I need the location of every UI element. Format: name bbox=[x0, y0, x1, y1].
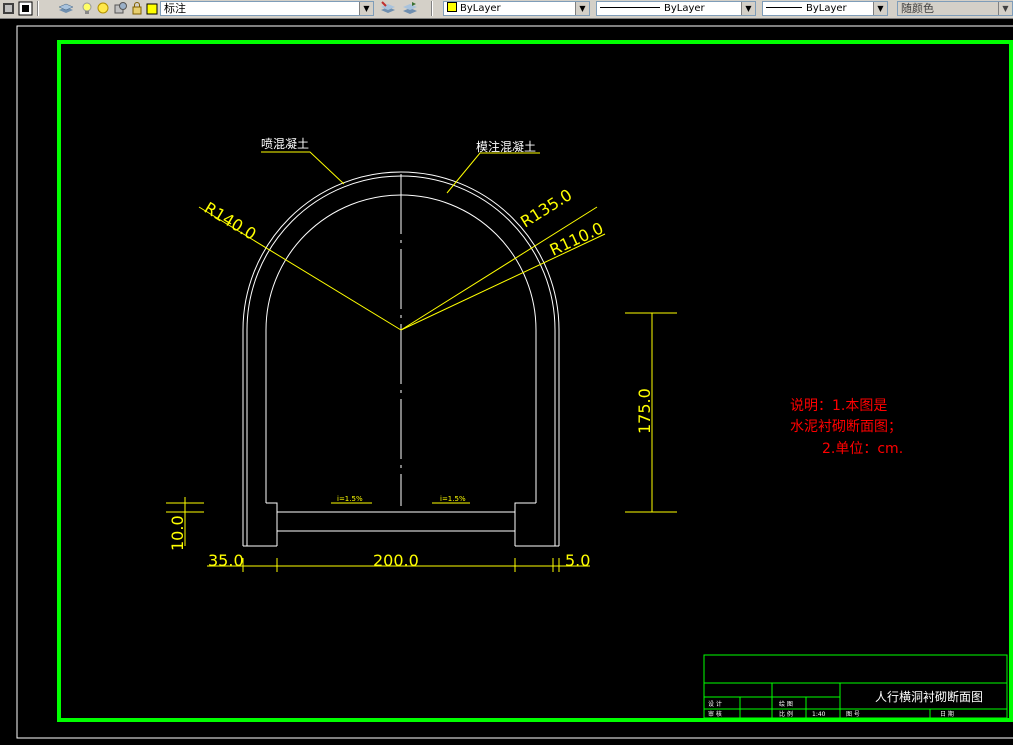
title-block-drawing-label: 绘 图 bbox=[779, 700, 793, 708]
title-block-date-label: 日 期 bbox=[940, 710, 954, 718]
dim-radius-r140: R140.0 bbox=[201, 198, 260, 244]
toolbar-separator bbox=[37, 1, 39, 16]
title-block-drawing-no-label: 图 号 bbox=[846, 711, 860, 718]
dim-radius-r110: R110.0 bbox=[547, 218, 607, 259]
chevron-down-icon[interactable]: ▼ bbox=[575, 2, 589, 15]
dim-height-175-text: 175.0 bbox=[635, 388, 654, 434]
title-block-scale-label: 比 例 bbox=[779, 710, 793, 718]
note-line-2: 水泥衬砌断面图； bbox=[790, 419, 902, 435]
plotstyle-control-value: 随颜色 bbox=[901, 2, 934, 15]
label-cast-concrete: 模注混凝土 bbox=[476, 139, 536, 154]
tunnel-lining bbox=[242, 171, 560, 547]
layer-previous-state-icon[interactable] bbox=[401, 1, 417, 16]
layer-manager-icon[interactable] bbox=[57, 1, 74, 16]
layer-dropdown[interactable]: 标注 ▼ bbox=[160, 1, 374, 16]
slope-right-label: i=1.5% bbox=[440, 495, 466, 503]
slope-left-label: i=1.5% bbox=[337, 495, 363, 503]
toolbar-grip-icon bbox=[1, 1, 16, 16]
lineweight-preview-line bbox=[766, 7, 802, 8]
lineweight-control-dropdown[interactable]: ByLayer ▼ bbox=[762, 1, 888, 16]
chevron-down-icon[interactable]: ▼ bbox=[998, 2, 1012, 15]
drawing-canvas[interactable]: 喷混凝土 模注混凝土 R140.0 R135.0 R110.0 175.0 10… bbox=[0, 19, 1013, 741]
color-control-dropdown[interactable]: ByLayer ▼ bbox=[443, 1, 590, 16]
color-swatch-icon bbox=[447, 2, 457, 12]
dim-height-10-text: 10.0 bbox=[168, 515, 187, 551]
viewport-freeze-icon[interactable] bbox=[113, 1, 128, 16]
properties-toolbar: 标注 ▼ ByLayer ▼ ByLayer ▼ ByLayer ▼ 随颜色 ▼ bbox=[0, 0, 1013, 19]
title-block-review-label: 审 核 bbox=[708, 710, 722, 718]
dim-width-5: 5.0 bbox=[565, 551, 590, 570]
linetype-preview-line bbox=[600, 7, 660, 8]
toolbar-separator bbox=[431, 1, 433, 16]
lock-icon[interactable] bbox=[131, 1, 146, 16]
chevron-down-icon[interactable]: ▼ bbox=[741, 2, 755, 15]
title-block-design-label: 设 计 bbox=[708, 700, 722, 708]
note-line-1: 说明：1.本图是 bbox=[790, 398, 887, 414]
title-block-scale-value: 1:40 bbox=[812, 711, 826, 718]
layer-previous-icon[interactable] bbox=[18, 1, 33, 16]
chevron-down-icon[interactable]: ▼ bbox=[873, 2, 887, 15]
leader-cast-concrete bbox=[446, 152, 540, 194]
make-object-layer-current-icon[interactable] bbox=[379, 1, 395, 16]
sun-freeze-icon[interactable] bbox=[96, 1, 111, 16]
dim-width-200: 200.0 bbox=[373, 551, 419, 570]
layer-color-swatch-icon[interactable] bbox=[146, 1, 161, 16]
lineweight-control-value: ByLayer bbox=[806, 3, 847, 14]
dim-radius-r135: R135.0 bbox=[517, 185, 575, 231]
title-block-title: 人行横洞衬砌断面图 bbox=[875, 689, 983, 704]
dim-width-35: 35.0 bbox=[208, 551, 244, 570]
paper-boundary bbox=[16, 25, 1013, 739]
layer-dropdown-value: 标注 bbox=[164, 2, 186, 15]
label-shotcrete: 喷混凝土 bbox=[261, 136, 309, 151]
leader-shotcrete bbox=[261, 151, 345, 185]
title-block bbox=[703, 654, 1008, 719]
leader-r135 bbox=[400, 206, 598, 331]
left-footing bbox=[243, 502, 278, 547]
linetype-control-dropdown[interactable]: ByLayer ▼ bbox=[596, 1, 756, 16]
linetype-control-value: ByLayer bbox=[664, 3, 705, 14]
color-control-value: ByLayer bbox=[460, 3, 501, 14]
chevron-down-icon[interactable]: ▼ bbox=[359, 2, 373, 15]
radius-leaders bbox=[198, 151, 606, 331]
lightbulb-icon[interactable] bbox=[81, 1, 96, 16]
note-line-3: 2.单位：cm. bbox=[822, 441, 903, 457]
right-footing bbox=[514, 502, 559, 547]
plotstyle-control-dropdown[interactable]: 随颜色 ▼ bbox=[897, 1, 1013, 16]
